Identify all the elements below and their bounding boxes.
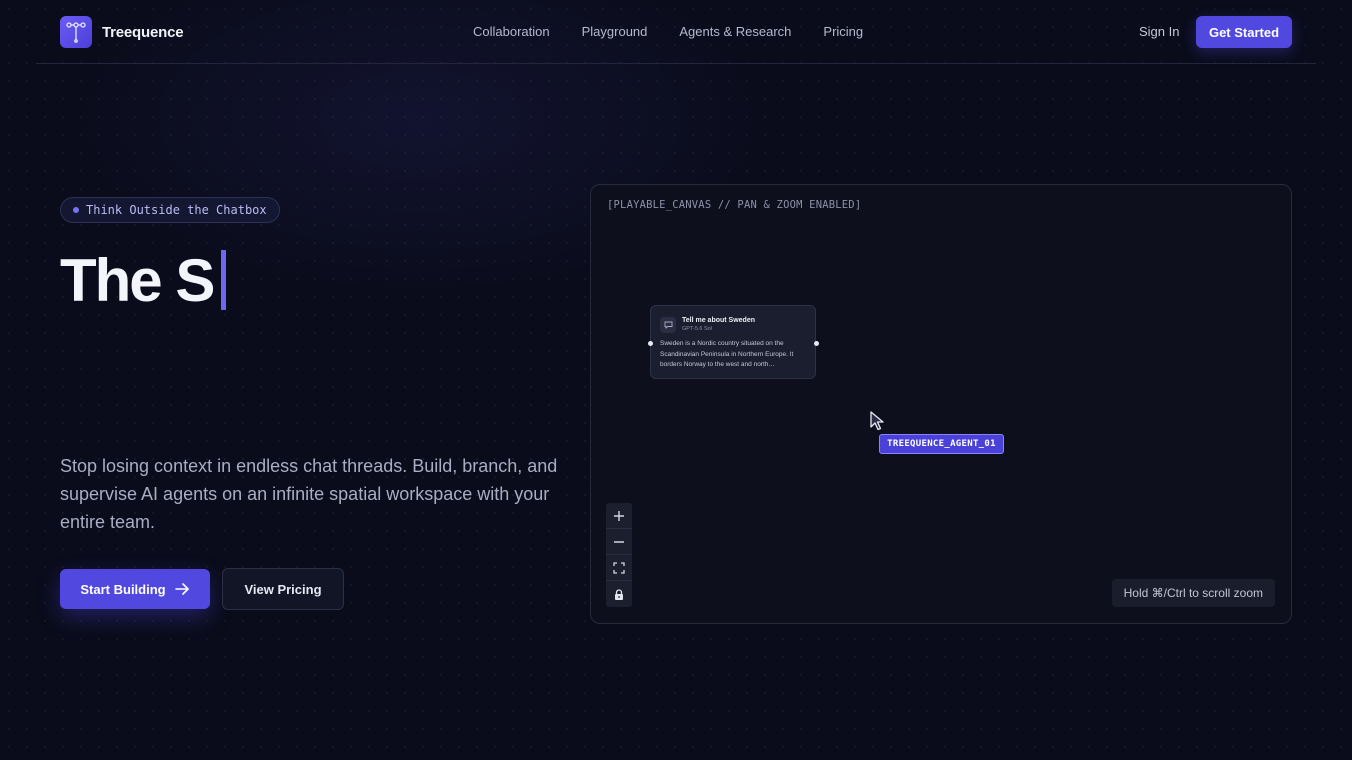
agent-cursor-icon [870,411,886,436]
canvas-label: [PLAYABLE_CANVAS // PAN & ZOOM ENABLED] [607,199,862,211]
start-building-button[interactable]: Start Building [60,569,210,609]
brand-name: Treequence [102,23,184,41]
chat-node-header: Tell me about Sweden GPT-5.6 Sol [660,316,806,333]
fit-view-icon[interactable] [606,555,632,581]
view-pricing-button[interactable]: View Pricing [222,568,344,610]
zoom-out-icon[interactable] [606,529,632,555]
get-started-button[interactable]: Get Started [1196,16,1292,48]
hero-headline-text: The S [60,246,215,314]
brand-logo[interactable]: Treequence [60,16,184,48]
chat-node-body: Sweden is a Nordic country situated on t… [660,340,794,368]
start-building-label: Start Building [80,581,166,597]
nav-link-playground[interactable]: Playground [582,24,648,39]
tag-dot-icon [73,207,79,213]
zoom-in-icon[interactable] [606,503,632,529]
nav-links: Collaboration Playground Agents & Resear… [473,24,895,39]
nav-link-agents-research[interactable]: Agents & Research [679,24,791,39]
lock-icon[interactable] [606,581,632,607]
hero-headline: The S [60,245,227,315]
chat-node[interactable]: Tell me about Sweden GPT-5.6 Sol Sweden … [648,305,819,379]
zoom-hint: Hold ⌘/Ctrl to scroll zoom [1111,579,1275,607]
canvas-controls [606,503,632,607]
nav-link-pricing[interactable]: Pricing [823,24,863,39]
tree-branch-icon [60,16,92,48]
chat-bubble-icon [660,317,676,333]
top-navbar: Treequence Collaboration Playground Agen… [36,0,1316,64]
chat-node-title: Tell me about Sweden [682,317,755,324]
node-input-handle[interactable] [648,341,653,346]
agent-label: TREEQUENCE_AGENT_01 [879,434,1004,454]
chat-node-model: GPT-5.6 Sol [682,326,712,332]
hero-tag-label: Think Outside the Chatbox [86,203,267,217]
hero-description: Stop losing context in endless chat thre… [60,456,558,532]
node-output-handle[interactable] [814,341,819,346]
arrow-right-icon [174,583,190,595]
hero-tag: Think Outside the Chatbox [60,197,280,223]
sign-in-link[interactable]: Sign In [1139,24,1179,39]
typing-caret [221,250,227,310]
playable-canvas[interactable]: [PLAYABLE_CANVAS // PAN & ZOOM ENABLED] … [590,184,1292,624]
nav-link-collaboration[interactable]: Collaboration [473,24,550,39]
